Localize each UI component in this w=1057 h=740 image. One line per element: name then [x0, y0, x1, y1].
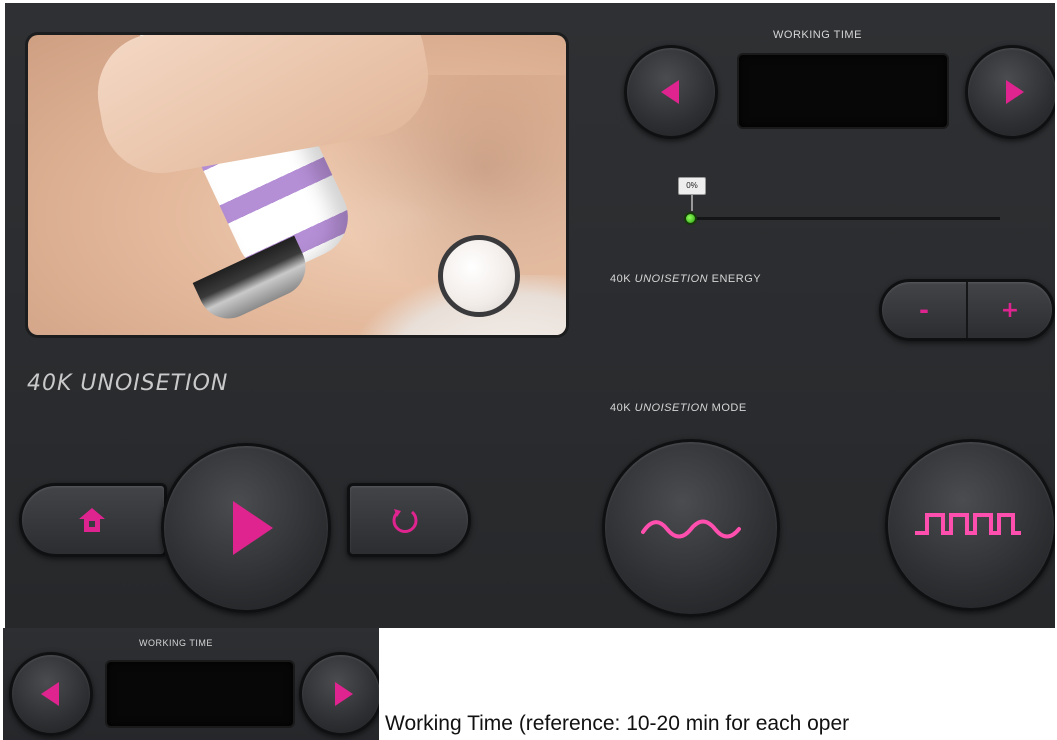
closeup-arrow-left-icon: [41, 682, 59, 706]
energy-label: 40K UNOISETION ENERGY: [610, 273, 761, 285]
closeup-time-decrease-button[interactable]: [9, 652, 93, 736]
working-time-label: WORKING TIME: [773, 29, 862, 41]
mode-label-prefix: 40K: [610, 402, 632, 414]
arrow-right-icon: [1006, 80, 1024, 104]
home-icon: [79, 508, 105, 532]
mode-continuous-button[interactable]: [602, 439, 780, 617]
closeup-arrow-right-icon: [335, 682, 353, 706]
mode-label-italic: UNOISETION: [634, 402, 709, 414]
slider-tooltip-stem: [691, 195, 693, 211]
caption-text: Working Time (reference: 10-20 min for e…: [385, 712, 850, 735]
treatment-photo: [28, 35, 566, 335]
energy-stepper: - +: [879, 279, 1055, 341]
mode-pulse-button[interactable]: [885, 439, 1055, 611]
working-time-display: [737, 53, 949, 129]
energy-decrease-button[interactable]: -: [882, 282, 968, 338]
mode-label: 40K UNOISETION MODE: [610, 402, 747, 414]
closeup-working-time-label: WORKING TIME: [139, 638, 213, 648]
page-title: 40K UNOISETION: [27, 371, 229, 396]
plus-icon: +: [1000, 297, 1020, 323]
arrow-left-icon: [661, 80, 679, 104]
photo-probe-head: [438, 235, 520, 317]
energy-label-italic: UNOISETION: [634, 273, 709, 285]
minus-icon: -: [919, 296, 929, 324]
start-button[interactable]: [161, 443, 331, 613]
time-increase-button[interactable]: [965, 45, 1055, 139]
closeup-time-increase-button[interactable]: [299, 652, 379, 736]
refresh-icon: [392, 509, 418, 533]
energy-label-prefix: 40K: [610, 273, 632, 285]
slider-value-tooltip: 0%: [678, 177, 706, 195]
working-time-closeup: WORKING TIME: [3, 628, 379, 740]
play-icon: [233, 501, 273, 555]
home-button[interactable]: [19, 483, 167, 557]
energy-increase-button[interactable]: +: [968, 282, 1052, 338]
energy-label-suffix: ENERGY: [711, 273, 762, 285]
closeup-working-time-display: [105, 660, 295, 728]
reset-button[interactable]: [347, 483, 471, 557]
energy-slider-track[interactable]: [690, 217, 1000, 220]
square-wave-icon: [915, 513, 1021, 535]
energy-slider-handle[interactable]: [684, 212, 697, 225]
control-panel: 40K UNOISETION WORKING TIME 0% 40K UNOIS…: [5, 3, 1055, 628]
mode-label-suffix: MODE: [711, 402, 747, 414]
time-decrease-button[interactable]: [624, 45, 718, 139]
sine-wave-icon: [641, 519, 741, 539]
